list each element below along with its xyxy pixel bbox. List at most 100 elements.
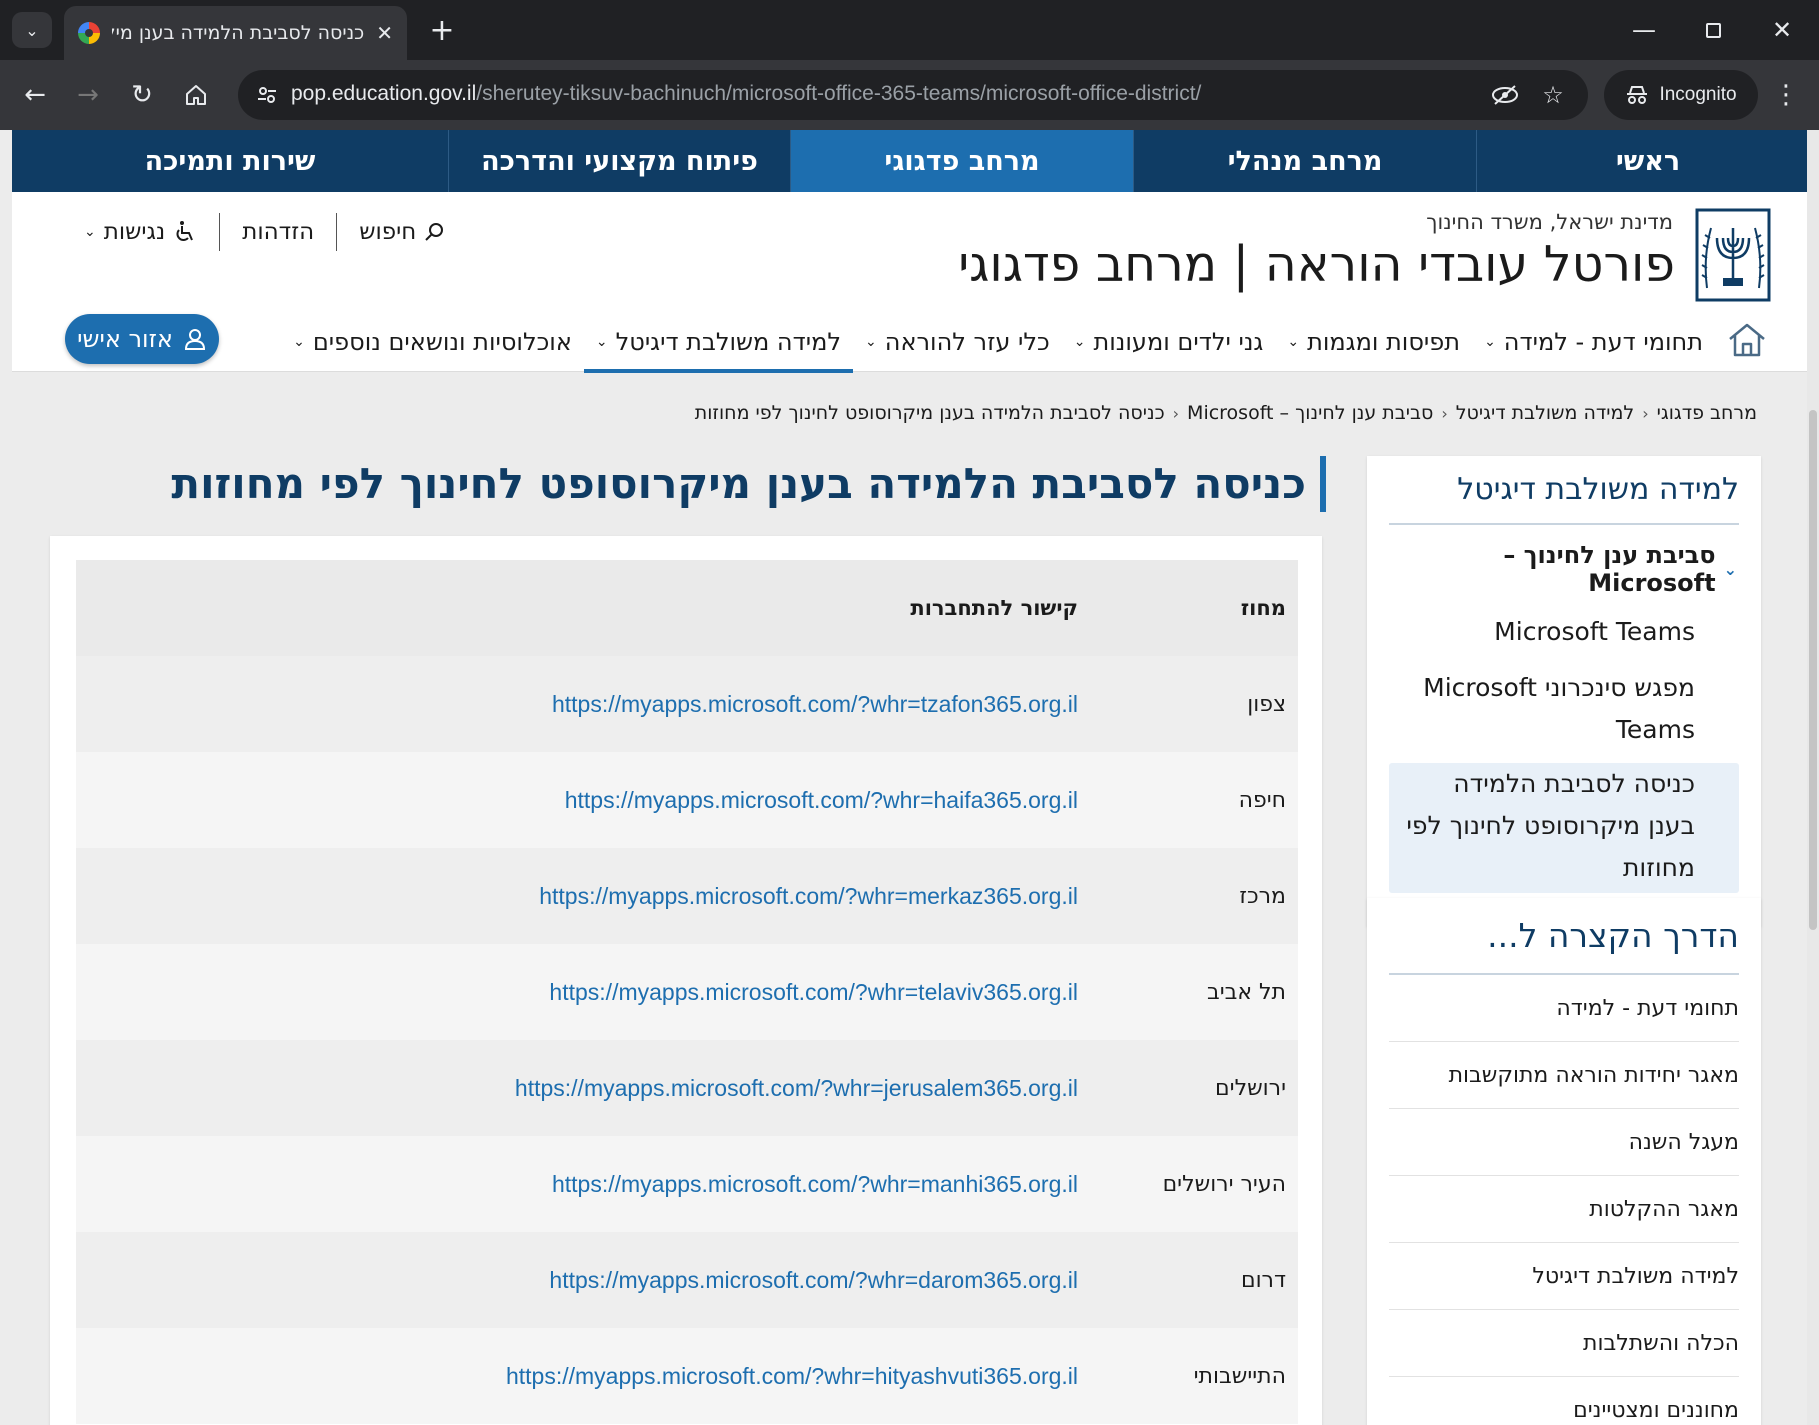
accessibility-label: נגישות — [103, 219, 166, 245]
sidebar-link-sync-meeting[interactable]: מפגש סינכרוני Microsoft Teams — [1389, 653, 1739, 751]
table-header-row: מחוז קישור להתחברות — [76, 560, 1298, 656]
gov-ministry-label: מדינת ישראל, משרד החינוך — [1426, 210, 1673, 234]
wheelchair-icon — [176, 221, 194, 241]
home-button[interactable] — [176, 75, 216, 115]
forward-button[interactable]: → — [68, 75, 108, 115]
scrollbar-thumb[interactable] — [1809, 410, 1817, 930]
district-login-link[interactable]: https://myapps.microsoft.com/?whr=jerusa… — [76, 1075, 1078, 1102]
close-tab-icon[interactable]: ✕ — [376, 21, 393, 45]
main-nav-concepts[interactable]: תפיסות ומגמות ⌄ — [1275, 320, 1472, 364]
shortcut-link[interactable]: למידה משולבת דיגיטל — [1389, 1243, 1739, 1310]
sidebar-title[interactable]: למידה משולבת דיגיטל — [1389, 472, 1739, 525]
breadcrumb-item[interactable]: מרחב פדגוגי — [1657, 402, 1757, 424]
reload-button[interactable]: ↻ — [122, 75, 162, 115]
back-button[interactable]: ← — [15, 75, 55, 115]
site-header: מדינת ישראל, משרד החינוך פורטל עובדי הור… — [12, 192, 1819, 373]
top-nav-pedagogic[interactable]: מרחב פדגוגי — [790, 130, 1133, 192]
bookmark-star-icon[interactable]: ☆ — [1538, 80, 1568, 110]
login-label: הזדהות — [242, 219, 315, 245]
home-icon — [186, 85, 206, 105]
portal-title[interactable]: פורטל עובדי הוראה | מרחב פדגוגי — [958, 236, 1675, 293]
sidebar-link-teams[interactable]: Microsoft Teams — [1389, 597, 1739, 653]
district-cell: העיר ירושלים — [1162, 1171, 1286, 1197]
shortcut-link[interactable]: מחוננים ומצטיינים — [1389, 1377, 1739, 1425]
maximize-icon — [1705, 22, 1721, 38]
address-bar[interactable]: pop.education.gov.il/sherutey-tiksuv-bac… — [238, 70, 1588, 120]
top-nav-professional-dev[interactable]: פיתוח מקצועי והדרכה — [448, 130, 790, 192]
section-sidebar: למידה משולבת דיגיטל ⌄ סביבת ענן לחינוך –… — [1367, 456, 1761, 927]
page-scrollbar[interactable] — [1807, 130, 1819, 1425]
breadcrumb-item[interactable]: סביבת ענן לחינוך – Microsoft — [1187, 402, 1433, 424]
tab-title: כניסה לסביבת הלמידה בענן מיקרוסופט לחינו… — [112, 22, 365, 44]
table-row: צפון https://myapps.microsoft.com/?whr=t… — [76, 656, 1298, 752]
browser-menu-button[interactable]: ⋮ — [1766, 75, 1806, 115]
table-row: מרכז https://myapps.microsoft.com/?whr=m… — [76, 848, 1298, 944]
sidebar-subsection[interactable]: ⌄ סביבת ענן לחינוך – Microsoft — [1389, 541, 1739, 597]
url-text[interactable]: pop.education.gov.il/sherutey-tiksuv-bac… — [291, 82, 1201, 106]
site-favicon-icon — [78, 22, 100, 44]
accessibility-button[interactable]: נגישות ⌄ — [62, 219, 219, 245]
shortcut-link[interactable]: מעגל השנה — [1389, 1109, 1739, 1176]
district-login-link[interactable]: https://myapps.microsoft.com/?whr=tzafon… — [76, 691, 1078, 718]
shortcut-link[interactable]: מאגר ההקלטות — [1389, 1176, 1739, 1243]
table-row: התיישבותי https://myapps.microsoft.com/?… — [76, 1328, 1298, 1424]
incognito-indicator[interactable]: Incognito — [1604, 70, 1758, 120]
breadcrumb-current: כניסה לסביבת הלמידה בענן מיקרוסופט לחינו… — [694, 402, 1165, 424]
site-info-icon[interactable] — [252, 80, 282, 110]
state-emblem-logo — [1695, 208, 1771, 302]
incognito-icon — [1627, 86, 1648, 104]
district-cell: מרכז — [1239, 883, 1286, 909]
main-nav-populations[interactable]: אוכלוסיות ונושאים נוספים ⌄ — [281, 320, 584, 364]
sidebar-subsection-label: סביבת ענן לחינוך – Microsoft — [1503, 541, 1716, 597]
home-nav-button[interactable] — [1725, 320, 1769, 360]
header-utilities: חיפוש הזדהות נגישות ⌄ — [62, 212, 468, 252]
sidebar-link-current[interactable]: כניסה לסביבת הלמידה בענן מיקרוסופט לחינו… — [1389, 763, 1739, 893]
shortcut-link[interactable]: הכלה והשתלבות — [1389, 1310, 1739, 1377]
search-icon — [425, 223, 444, 241]
main-nav-label: למידה משולבת דיגיטל — [615, 328, 842, 356]
main-nav-subjects[interactable]: תחומי דעת - למידה ⌄ — [1472, 320, 1715, 364]
district-login-link[interactable]: https://myapps.microsoft.com/?whr=manhi3… — [76, 1171, 1078, 1198]
personal-area-button[interactable]: אזור אישי — [65, 314, 219, 364]
new-tab-button[interactable]: + — [424, 12, 460, 48]
login-button[interactable]: הזדהות — [220, 219, 336, 245]
column-header-link: קישור להתחברות — [910, 596, 1078, 620]
breadcrumb-item[interactable]: למידה משולבת דיגיטל — [1456, 402, 1634, 424]
district-login-link[interactable]: https://myapps.microsoft.com/?whr=haifa3… — [76, 787, 1078, 814]
breadcrumb-separator-icon: ‹ — [1172, 403, 1180, 423]
district-login-link[interactable]: https://myapps.microsoft.com/?whr=darom3… — [76, 1267, 1078, 1294]
main-nav-label: אוכלוסיות ונושאים נוספים — [312, 328, 572, 356]
shortcut-link[interactable]: תחומי דעת - למידה — [1389, 975, 1739, 1042]
district-cell: התיישבותי — [1193, 1363, 1286, 1389]
breadcrumb-separator-icon: ‹ — [1642, 403, 1649, 423]
main-nav-kindergartens[interactable]: גני ילדים ומעונות ⌄ — [1062, 320, 1276, 364]
url-path: /sherutey-tiksuv-bachinuch/microsoft-off… — [476, 82, 1202, 105]
district-cell: חיפה — [1238, 787, 1286, 813]
search-label: חיפוש — [359, 219, 417, 245]
chevron-down-icon: ⌄ — [1287, 334, 1300, 350]
district-login-link[interactable]: https://myapps.microsoft.com/?whr=telavi… — [76, 979, 1078, 1006]
district-login-link[interactable]: https://myapps.microsoft.com/?whr=hityas… — [76, 1363, 1078, 1390]
browser-tab-active[interactable]: כניסה לסביבת הלמידה בענן מיקרוסופט לחינו… — [64, 6, 407, 60]
user-icon — [184, 329, 205, 350]
top-nav-admin[interactable]: מרחב מנהלי — [1133, 130, 1476, 192]
top-nav-service[interactable]: שירות ותמיכה — [12, 130, 448, 192]
table-row: דרום https://myapps.microsoft.com/?whr=d… — [76, 1232, 1298, 1328]
personal-area-label: אזור אישי — [77, 325, 173, 353]
maximize-window-button[interactable] — [1683, 10, 1743, 50]
main-nav-label: כלי עזר להוראה — [884, 328, 1050, 356]
minimize-window-button[interactable]: — — [1614, 10, 1674, 50]
district-login-link[interactable]: https://myapps.microsoft.com/?whr=merkaz… — [76, 883, 1078, 910]
search-button[interactable]: חיפוש — [337, 219, 468, 245]
main-nav-teaching-tools[interactable]: כלי עזר להוראה ⌄ — [853, 320, 1062, 364]
tab-search-button[interactable]: ⌄ — [12, 12, 52, 48]
main-nav-digital-learning[interactable]: למידה משולבת דיגיטל ⌄ — [583, 320, 854, 373]
close-window-button[interactable]: ✕ — [1752, 10, 1812, 50]
tracking-protection-eye-icon[interactable] — [1490, 80, 1520, 110]
chevron-down-icon: ⌄ — [865, 334, 877, 350]
shortcut-link[interactable]: מאגר יחידות הוראה מתוקשבות — [1389, 1042, 1739, 1109]
chevron-down-icon: ⌄ — [293, 334, 305, 350]
page-viewport: ראשי מרחב מנהלי מרחב פדגוגי פיתוח מקצועי… — [0, 130, 1819, 1425]
top-nav-home[interactable]: ראשי — [1476, 130, 1819, 192]
chevron-down-icon: ⌄ — [1723, 559, 1737, 579]
